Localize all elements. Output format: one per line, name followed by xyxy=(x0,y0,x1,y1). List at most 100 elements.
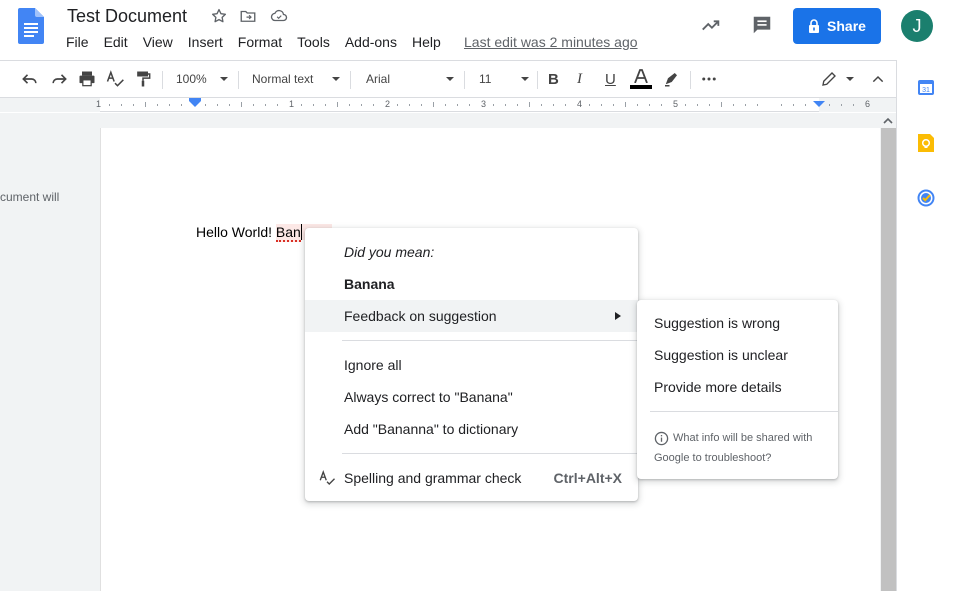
more-details-label: Provide more details xyxy=(654,379,782,395)
menu-format[interactable]: Format xyxy=(238,33,282,51)
avatar-initial: J xyxy=(912,15,922,36)
menu-divider xyxy=(650,411,838,412)
toolbar-divider xyxy=(537,71,538,89)
account-avatar[interactable]: J xyxy=(901,10,933,42)
always-correct-label: Always correct to "Banana" xyxy=(344,389,513,405)
menu-tools[interactable]: Tools xyxy=(297,33,330,51)
info-line-1: What info will be shared with xyxy=(673,432,813,444)
feedback-label: Feedback on suggestion xyxy=(344,308,497,324)
menu-insert[interactable]: Insert xyxy=(188,33,223,51)
misspelled-word[interactable]: Ban xyxy=(275,224,301,242)
italic-icon[interactable]: I xyxy=(577,61,582,97)
star-icon[interactable] xyxy=(208,5,230,27)
toolbar-divider xyxy=(464,71,465,89)
feedback-on-suggestion-item[interactable]: Feedback on suggestion xyxy=(305,300,638,332)
ignore-all-label: Ignore all xyxy=(344,357,402,373)
text-prefix: Hello World! xyxy=(196,224,276,240)
move-folder-icon[interactable] xyxy=(237,5,259,27)
font-size-select[interactable]: 11 xyxy=(479,61,529,97)
share-button[interactable]: Share xyxy=(793,8,881,44)
keep-icon[interactable] xyxy=(917,133,935,158)
font-family-select[interactable]: Arial xyxy=(366,61,454,97)
suggestion-wrong-item[interactable]: Suggestion is wrong xyxy=(637,307,838,339)
chevron-down-icon xyxy=(332,77,340,81)
tasks-icon[interactable] xyxy=(917,189,935,212)
ruler-label: 3 xyxy=(481,99,487,109)
menu-help[interactable]: Help xyxy=(412,33,441,51)
underline-icon[interactable]: U xyxy=(605,61,616,97)
formatting-toolbar: 100% Normal text Arial 11 B I U xyxy=(0,60,896,98)
suggestion-banana[interactable]: Banana xyxy=(305,268,638,300)
chevron-down-icon xyxy=(521,77,529,81)
add-dictionary-label: Add "Bananna" to dictionary xyxy=(344,421,519,437)
spellcheck-icon[interactable] xyxy=(105,61,125,97)
comments-icon[interactable] xyxy=(751,14,773,36)
ruler-label: 6 xyxy=(865,99,871,109)
menu-file[interactable]: File xyxy=(66,33,89,51)
menu-edit[interactable]: Edit xyxy=(104,33,128,51)
pencil-icon xyxy=(822,72,836,86)
font-value: Arial xyxy=(366,72,391,86)
scrollbar-thumb[interactable] xyxy=(881,128,896,591)
ruler-label: 1 xyxy=(289,99,295,109)
collapse-toolbar-icon[interactable] xyxy=(870,61,886,97)
menu-view[interactable]: View xyxy=(143,33,173,51)
spelling-check-label: Spelling and grammar check xyxy=(344,470,522,486)
suggestion-unclear-item[interactable]: Suggestion is unclear xyxy=(637,339,838,371)
editing-mode-select[interactable] xyxy=(820,61,854,97)
spelling-grammar-check-item[interactable]: Spelling and grammar check Ctrl+Alt+X xyxy=(305,462,638,494)
style-value: Normal text xyxy=(252,72,314,86)
always-correct-item[interactable]: Always correct to "Banana" xyxy=(305,381,638,413)
calendar-icon[interactable]: 31 xyxy=(917,78,935,101)
menu-addons[interactable]: Add-ons xyxy=(345,33,397,51)
toolbar-divider xyxy=(350,71,351,89)
suggestion-text: Banana xyxy=(344,276,395,292)
zoom-select[interactable]: 100% xyxy=(176,61,228,97)
toolbar-divider xyxy=(690,71,691,89)
feedback-submenu: Suggestion is wrong Suggestion is unclea… xyxy=(637,300,838,479)
chevron-down-icon xyxy=(446,77,454,81)
redo-icon[interactable] xyxy=(49,61,69,97)
menu-bar: File Edit View Insert Format Tools Add-o… xyxy=(66,33,456,51)
add-to-dictionary-item[interactable]: Add "Bananna" to dictionary xyxy=(305,413,638,445)
text-color-icon[interactable] xyxy=(630,61,652,97)
cloud-status-icon[interactable] xyxy=(268,5,290,27)
did-you-mean-text: Did you mean: xyxy=(344,244,435,260)
more-options-icon[interactable] xyxy=(700,61,718,97)
scroll-up-icon[interactable] xyxy=(880,115,896,127)
spelling-context-menu: Did you mean: Banana Feedback on suggest… xyxy=(305,228,638,501)
docs-logo-icon[interactable] xyxy=(18,8,44,44)
menu-divider xyxy=(342,453,638,454)
toolbar-divider xyxy=(162,71,163,89)
ruler-label: 5 xyxy=(673,99,679,109)
paint-format-icon[interactable] xyxy=(133,61,153,97)
highlight-color-icon[interactable] xyxy=(662,61,680,97)
ignore-all-item[interactable]: Ignore all xyxy=(305,349,638,381)
suggestion-wrong-label: Suggestion is wrong xyxy=(654,315,781,331)
menu-divider xyxy=(342,340,638,341)
spelling-shortcut: Ctrl+Alt+X xyxy=(553,470,622,486)
side-panel: 31 xyxy=(896,60,954,591)
info-shared-link[interactable]: What info will be shared with Google to … xyxy=(654,428,812,468)
suggestion-unclear-label: Suggestion is unclear xyxy=(654,347,788,363)
spellcheck-icon xyxy=(318,469,336,490)
size-value: 11 xyxy=(479,72,492,86)
document-title[interactable]: Test Document xyxy=(67,6,187,27)
zoom-value: 100% xyxy=(176,72,207,86)
bold-icon[interactable]: B xyxy=(548,61,559,97)
toolbar-divider xyxy=(238,71,239,89)
last-edit-link[interactable]: Last edit was 2 minutes ago xyxy=(464,33,638,51)
chevron-down-icon xyxy=(220,77,228,81)
share-label: Share xyxy=(827,18,866,34)
activity-trend-icon[interactable] xyxy=(700,14,722,36)
paragraph-style-select[interactable]: Normal text xyxy=(252,61,340,97)
provide-more-details-item[interactable]: Provide more details xyxy=(637,371,838,403)
header-bar: Test Document File Edit View Insert Form… xyxy=(0,0,954,60)
outline-hint-text: cument will xyxy=(0,190,60,204)
submenu-arrow-icon xyxy=(615,312,621,320)
undo-icon[interactable] xyxy=(20,61,40,97)
print-icon[interactable] xyxy=(77,61,97,97)
info-icon xyxy=(654,431,669,445)
svg-text:31: 31 xyxy=(922,87,930,94)
horizontal-ruler[interactable]: 1 1 2 3 4 5 6 xyxy=(0,98,896,112)
